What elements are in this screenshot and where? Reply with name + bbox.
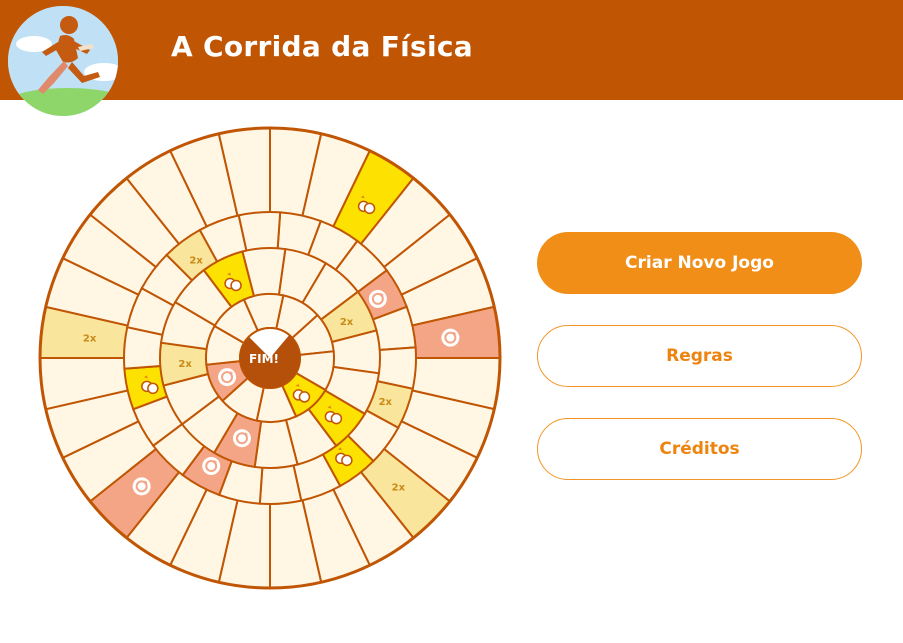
double-points-label: 2x <box>379 397 393 408</box>
swap-icon <box>232 429 251 448</box>
finish-center: FIM! <box>239 327 301 389</box>
swap-icon <box>218 368 237 387</box>
game-board: 2x 2x 2x 2x 2x 2x FIM! <box>38 126 502 590</box>
runner-logo-icon <box>8 6 118 116</box>
swap-icon <box>202 457 221 476</box>
swap-icon <box>132 477 151 496</box>
page-title: A Corrida da Física <box>171 30 473 63</box>
double-points-label: 2x <box>178 359 192 370</box>
double-points-label: 2x <box>83 334 97 345</box>
runner-logo <box>8 6 118 116</box>
finish-label: FIM! <box>249 352 279 366</box>
swap-icon <box>441 328 460 347</box>
new-game-button[interactable]: Criar Novo Jogo <box>537 232 862 294</box>
rules-button[interactable]: Regras <box>537 325 862 387</box>
double-points-label: 2x <box>392 482 406 493</box>
swap-icon <box>368 289 387 308</box>
app-header: A Corrida da Física <box>0 0 903 116</box>
double-points-label: 2x <box>340 317 354 328</box>
double-points-label: 2x <box>189 256 203 267</box>
credits-button[interactable]: Créditos <box>537 418 862 480</box>
